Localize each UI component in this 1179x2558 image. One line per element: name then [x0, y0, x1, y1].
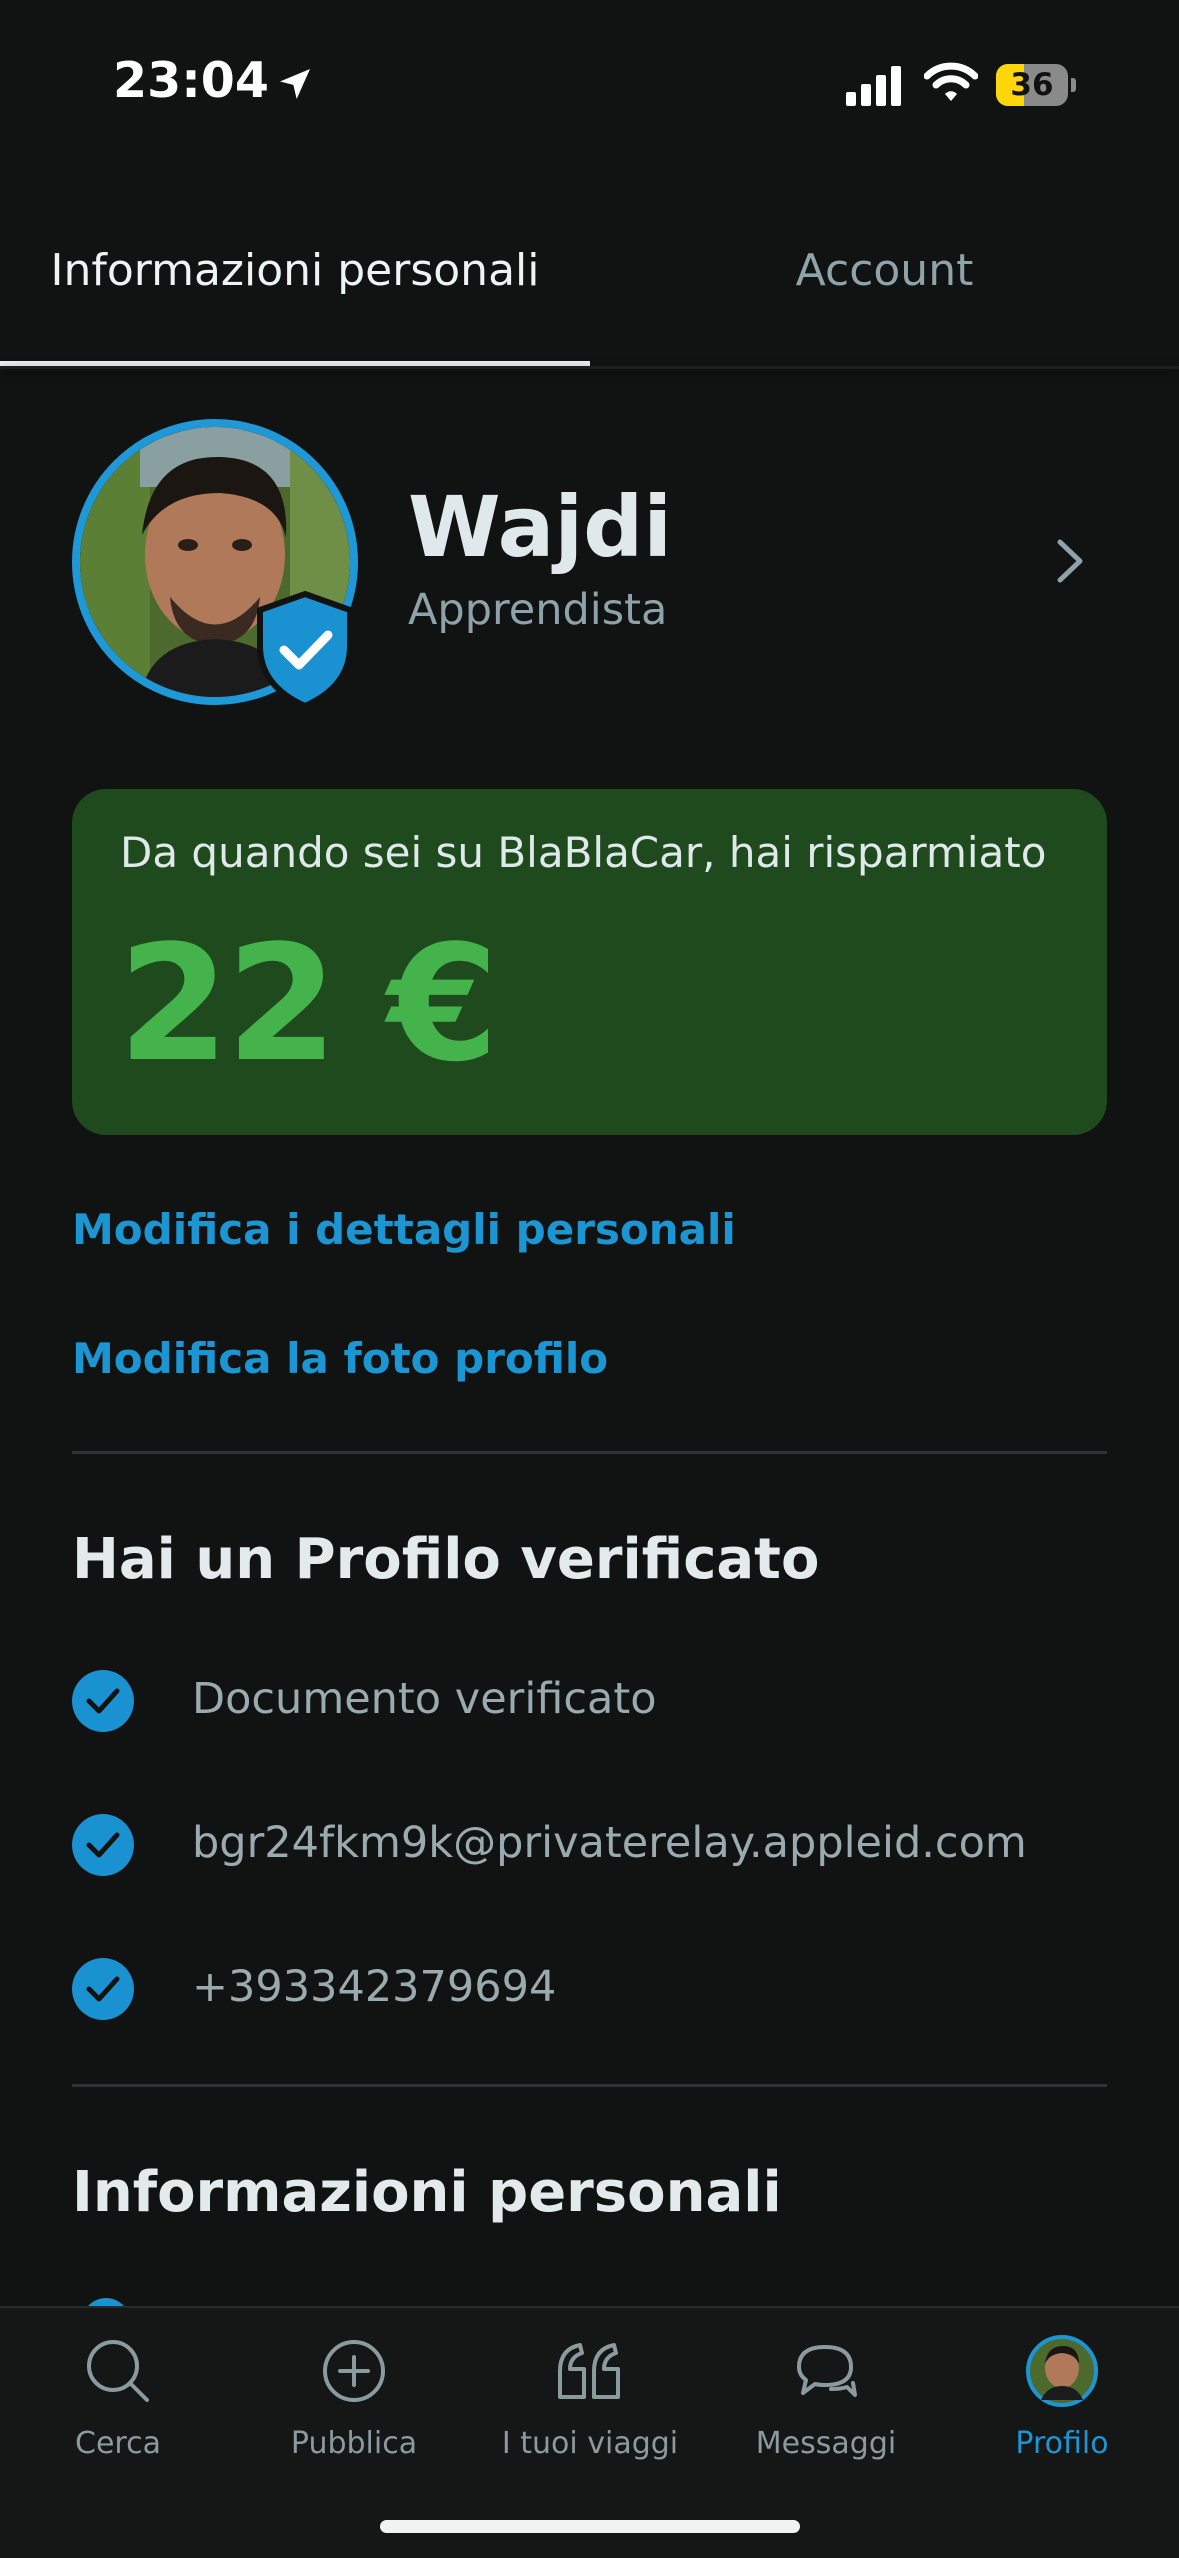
savings-text: Da quando sei su BlaBlaCar, hai risparmi…	[120, 828, 1047, 877]
plus-circle-icon	[323, 2340, 385, 2402]
personal-info-title: Informazioni personali	[72, 2160, 782, 2225]
verified-shield-icon	[257, 590, 353, 710]
edit-personal-details-link[interactable]: Modifica i dettagli personali	[72, 1205, 736, 1254]
nav-label: I tuoi viaggi	[501, 2426, 679, 2461]
status-time-text: 23:04	[113, 52, 269, 109]
section-divider	[72, 1451, 1107, 1454]
avatar-icon	[1026, 2335, 1098, 2407]
nav-item-messages[interactable]: Messaggi	[708, 2316, 944, 2461]
nav-item-your-trips[interactable]: I tuoi viaggi	[472, 2316, 708, 2461]
cellular-signal-icon	[846, 66, 901, 106]
home-indicator	[380, 2520, 800, 2533]
nav-item-publish[interactable]: Pubblica	[236, 2316, 472, 2461]
chevron-right-icon[interactable]	[1050, 538, 1090, 584]
search-icon	[87, 2340, 149, 2402]
tab-personal-info[interactable]: Informazioni personali	[0, 245, 590, 296]
chat-bubbles-icon	[797, 2345, 857, 2397]
nav-label: Profilo	[1015, 2426, 1109, 2461]
profile-level: Apprendista	[408, 585, 668, 635]
nav-label: Messaggi	[755, 2426, 897, 2461]
nav-label: Cerca	[75, 2426, 161, 2461]
check-circle-icon	[72, 1958, 134, 2020]
savings-amount: 22 €	[118, 910, 499, 1097]
edit-profile-photo-link[interactable]: Modifica la foto profilo	[72, 1334, 608, 1383]
tab-bar-divider	[0, 366, 1179, 369]
verified-item-label: bgr24fkm9k@privaterelay.appleid.com	[192, 1818, 1027, 1868]
verified-item-label: +393342379694	[192, 1962, 557, 2012]
quote-icon	[558, 2343, 620, 2399]
check-circle-icon	[72, 1670, 134, 1732]
section-divider	[72, 2084, 1107, 2087]
check-circle-icon	[72, 1814, 134, 1876]
tab-account[interactable]: Account	[590, 245, 1179, 296]
verified-profile-title: Hai un Profilo verificato	[72, 1527, 820, 1592]
battery-indicator: 36	[996, 64, 1076, 106]
status-time: 23:04	[113, 52, 315, 109]
location-arrow-icon	[279, 68, 310, 99]
profile-name: Wajdi	[408, 478, 673, 576]
nav-label: Pubblica	[290, 2426, 418, 2461]
battery-level: 36	[1010, 67, 1054, 103]
verified-item-label: Documento verificato	[192, 1674, 657, 1724]
nav-item-search[interactable]: Cerca	[0, 2316, 236, 2461]
wifi-icon	[924, 62, 978, 101]
nav-item-profile[interactable]: Profilo	[944, 2316, 1179, 2461]
